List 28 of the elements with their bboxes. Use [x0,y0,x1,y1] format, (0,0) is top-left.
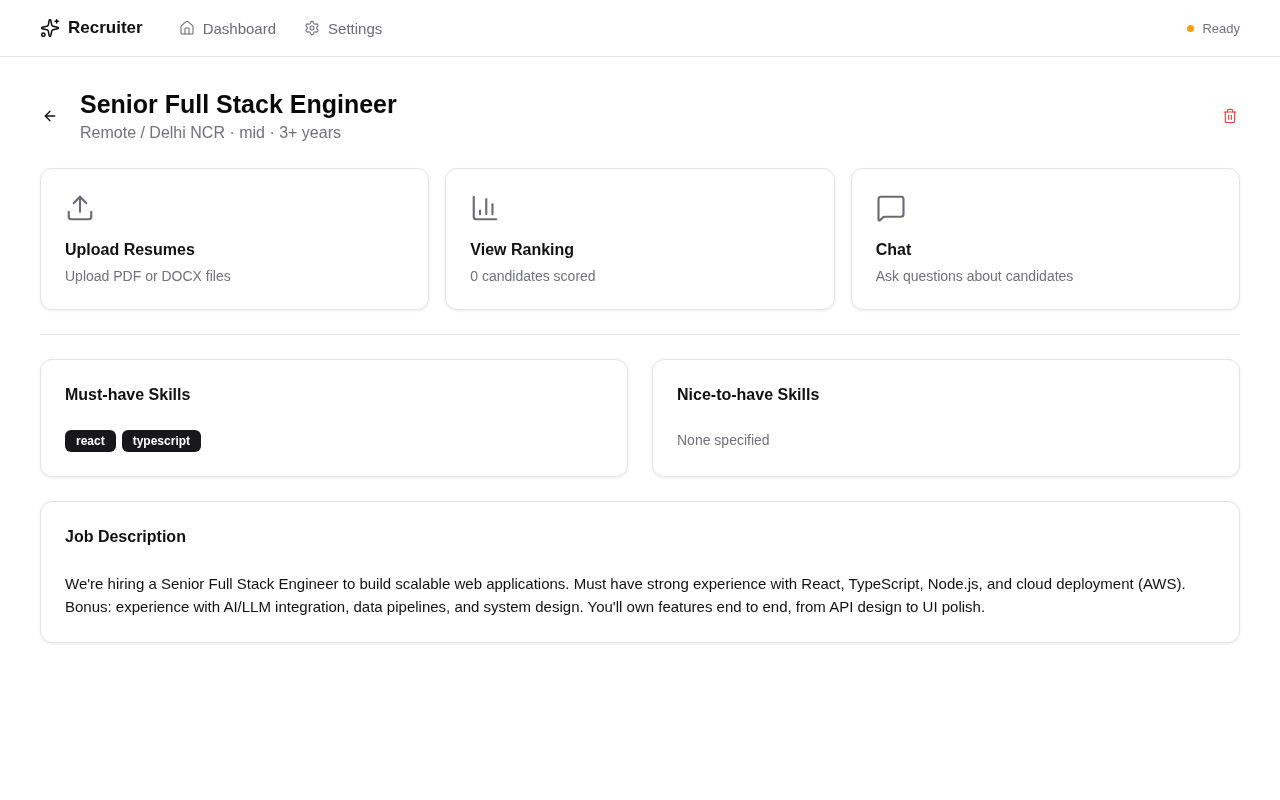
action-card[interactable]: Upload Resumes Upload PDF or DOCX files [40,168,430,310]
description-text: We're hiring a Senior Full Stack Engineer to build scalable web applications. Must have strong experience with React, TypeScript, Node.js, and cloud deployment (AWS). Bonus: experience with AI/LLM integration, data pipelines, and system design. You'll own features end to end, from API design to UI polish. [65,574,1187,617]
sparkles-icon [40,18,60,38]
skill-tag: typescript [121,430,202,452]
brand-name: Recruiter [68,18,143,38]
house-icon [178,20,195,36]
card-title: Chat [875,241,913,259]
panel-title: Nice-to-have Skills [677,386,821,404]
panel-title: Job Description [65,528,187,546]
nav-link[interactable]: Dashboard [178,19,277,37]
card-subtitle: 0 candidates scored [470,268,597,284]
action-card[interactable]: View Ranking 0 candidates scored [445,168,835,310]
upload-icon [65,193,95,223]
skill-tag: react [65,430,116,452]
card-title: View Ranking [470,241,576,259]
trash-icon [1222,107,1238,124]
card-subtitle: Ask questions about candidates [875,268,1075,284]
job-meta: Remote / Delhi NCR · mid · 3+ years [80,124,342,142]
gear-icon [304,20,321,36]
chat-bubble-icon [875,193,906,223]
job-title: Senior Full Stack Engineer [80,89,398,119]
empty-note: None specified [677,431,771,450]
card-title: Upload Resumes [65,241,196,259]
status-text: Ready [1202,20,1240,36]
action-card[interactable]: Chat Ask questions about candidates [850,168,1240,310]
nav-link[interactable]: Settings [304,19,383,37]
card-subtitle: Upload PDF or DOCX files [65,268,232,284]
panel-title: Must-have Skills [65,386,192,404]
